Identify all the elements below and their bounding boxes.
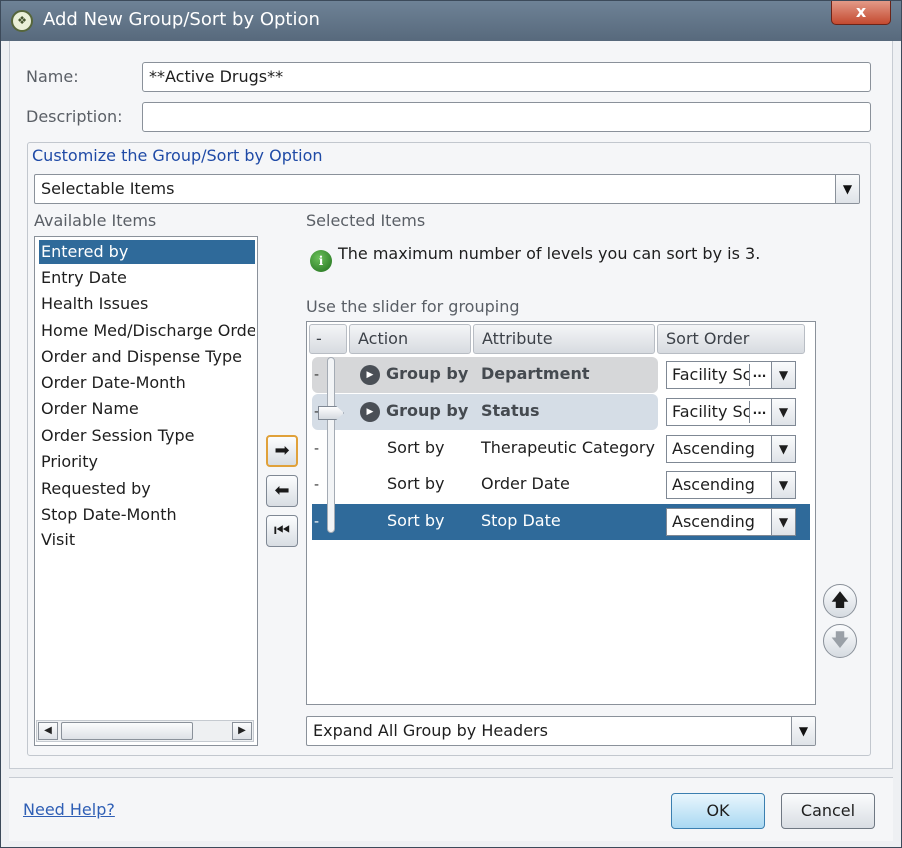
row-action: Sort by <box>387 438 445 457</box>
chevron-down-icon[interactable]: ▼ <box>835 175 859 203</box>
list-horizontal-scrollbar[interactable]: ◀ ▶ <box>36 720 254 742</box>
name-label: Name: <box>26 67 79 86</box>
scroll-right-icon[interactable]: ▶ <box>232 722 252 740</box>
available-items-label: Available Items <box>34 211 157 230</box>
expand-headers-value: Expand All Group by Headers <box>313 721 548 740</box>
selectable-items-value: Selectable Items <box>41 179 175 198</box>
scroll-left-icon[interactable]: ◀ <box>38 722 58 740</box>
name-input[interactable]: **Active Drugs** <box>142 62 871 92</box>
list-item-home-med[interactable]: Home Med/Discharge Orde <box>39 319 255 343</box>
scroll-thumb[interactable] <box>61 722 193 740</box>
row-attribute: Order Date <box>481 474 570 493</box>
column-header-sort-order[interactable]: Sort Order <box>657 324 805 354</box>
list-item-stop-date-month[interactable]: Stop Date-Month <box>39 503 255 527</box>
row-dash: - <box>314 367 320 383</box>
play-icon: ▶ <box>360 402 380 422</box>
add-item-button[interactable]: ➡ <box>266 435 298 467</box>
table-row-selected[interactable]: - Sort by Stop Date Ascending ▼ <box>312 504 810 540</box>
close-button[interactable]: x <box>831 1 891 25</box>
sort-order-value: Ascending <box>672 439 755 458</box>
chevron-down-icon[interactable]: ▼ <box>771 362 795 388</box>
need-help-link[interactable]: Need Help? <box>23 800 115 819</box>
list-item-order-date-month[interactable]: Order Date-Month <box>39 371 255 395</box>
info-icon: i <box>310 250 332 272</box>
list-item-entry-date[interactable]: Entry Date <box>39 266 255 290</box>
row-dash: - <box>314 477 320 493</box>
row-attribute: Status <box>481 401 540 420</box>
cancel-button[interactable]: Cancel <box>781 793 875 829</box>
table-row[interactable]: - ▶ Group by Status Facility Sc ... ▼ <box>312 394 810 430</box>
window-title: Add New Group/Sort by Option <box>43 9 320 30</box>
chevron-down-icon[interactable]: ▼ <box>791 717 815 745</box>
chevron-down-icon[interactable]: ▼ <box>771 436 795 462</box>
title-bar[interactable]: ❖ Add New Group/Sort by Option x <box>1 1 901 41</box>
row-action: Sort by <box>387 511 445 530</box>
column-header-dash[interactable]: - <box>309 324 347 354</box>
sort-order-value: Ascending <box>672 512 755 531</box>
list-item-visit[interactable]: Visit <box>39 528 255 552</box>
app-icon: ❖ <box>11 10 33 32</box>
chevron-down-icon[interactable]: ▼ <box>771 509 795 535</box>
ellipsis-button[interactable]: ... <box>749 401 769 423</box>
row-attribute: Stop Date <box>481 511 561 530</box>
move-up-button[interactable]: 🡅 <box>823 584 857 618</box>
remove-all-button[interactable]: ⏮ <box>266 515 298 547</box>
list-item-health-issues[interactable]: Health Issues <box>39 292 255 316</box>
play-icon: ▶ <box>360 365 380 385</box>
description-label: Description: <box>26 107 123 126</box>
sort-order-combo[interactable]: Facility Sc ... ▼ <box>666 398 796 426</box>
grouping-slider-track[interactable] <box>327 357 335 533</box>
row-attribute: Department <box>481 364 590 383</box>
row-attribute: Therapeutic Category <box>481 438 655 457</box>
sort-order-combo[interactable]: Ascending ▼ <box>666 471 796 499</box>
move-down-button[interactable]: 🡇 <box>823 624 857 658</box>
column-header-attribute[interactable]: Attribute <box>473 324 655 354</box>
selected-items-label: Selected Items <box>306 211 426 230</box>
row-dash: - <box>314 441 320 457</box>
sort-order-value: Ascending <box>672 475 755 494</box>
ellipsis-button[interactable]: ... <box>749 364 769 386</box>
list-item-priority[interactable]: Priority <box>39 450 255 474</box>
slider-hint: Use the slider for grouping <box>306 297 520 316</box>
row-action: Sort by <box>387 474 445 493</box>
list-item-order-session-type[interactable]: Order Session Type <box>39 424 255 448</box>
sort-order-combo[interactable]: Ascending ▼ <box>666 508 796 536</box>
row-action: Group by <box>386 401 469 420</box>
table-row[interactable]: - ▶ Group by Department Facility Sc ... … <box>312 357 810 393</box>
table-row[interactable]: - Sort by Therapeutic Category Ascending… <box>312 431 810 467</box>
arrow-right-icon: ➡ <box>274 440 290 461</box>
max-levels-info: The maximum number of levels you can sor… <box>338 244 761 263</box>
arrow-down-icon: 🡇 <box>830 630 850 651</box>
row-action: Group by <box>386 364 469 383</box>
column-header-action[interactable]: Action <box>349 324 471 354</box>
description-input[interactable] <box>142 102 871 132</box>
selectable-items-combo[interactable]: Selectable Items ▼ <box>34 174 860 204</box>
remove-item-button[interactable]: ⬅ <box>266 475 298 507</box>
ok-button[interactable]: OK <box>671 793 765 829</box>
sort-order-combo[interactable]: Ascending ▼ <box>666 435 796 463</box>
list-item-entered-by[interactable]: Entered by <box>39 240 255 264</box>
selected-items-grid: - Action Attribute Sort Order - ▶ Group … <box>306 321 816 705</box>
sort-order-combo[interactable]: Facility Sc ... ▼ <box>666 361 796 389</box>
available-items-list[interactable]: Entered by Entry Date Health Issues Home… <box>34 236 258 746</box>
customize-group-title: Customize the Group/Sort by Option <box>32 146 323 165</box>
sort-order-value: Facility Sc <box>672 402 752 421</box>
skip-to-start-icon: ⏮ <box>273 520 291 541</box>
arrow-left-icon: ⬅ <box>274 480 290 501</box>
list-item-order-name[interactable]: Order Name <box>39 397 255 421</box>
list-item-requested-by[interactable]: Requested by <box>39 477 255 501</box>
chevron-down-icon[interactable]: ▼ <box>771 472 795 498</box>
list-item-order-dispense-type[interactable]: Order and Dispense Type <box>39 345 255 369</box>
chevron-down-icon[interactable]: ▼ <box>771 399 795 425</box>
table-row[interactable]: - Sort by Order Date Ascending ▼ <box>312 467 810 503</box>
arrow-up-icon: 🡅 <box>830 590 850 611</box>
row-dash: - <box>314 514 320 530</box>
expand-headers-combo[interactable]: Expand All Group by Headers ▼ <box>306 716 816 746</box>
sort-order-value: Facility Sc <box>672 365 752 384</box>
